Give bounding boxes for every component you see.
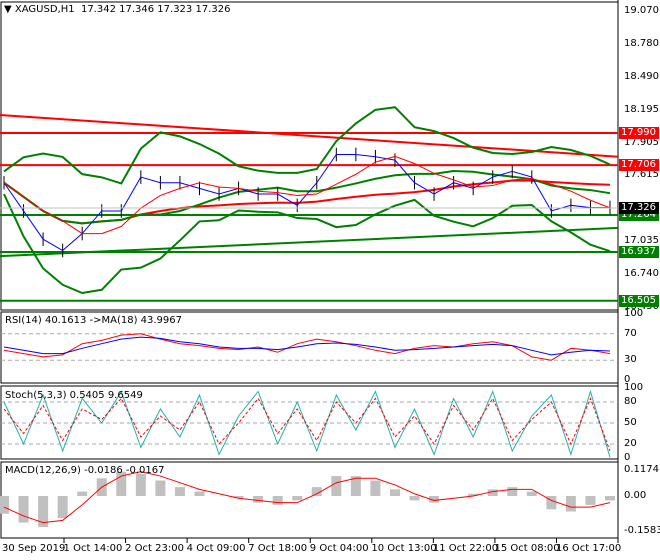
- rsi-tick: 70: [624, 327, 637, 339]
- macd-histogram-bar: [409, 496, 420, 501]
- trendline: [0, 113, 619, 158]
- current-price-tag: 17.326: [619, 202, 659, 215]
- ohlc-label: 17.342 17.346 17.323 17.326: [80, 4, 231, 15]
- macd-histogram-bar: [77, 491, 88, 496]
- time-tick: 2 Oct 23:00: [125, 543, 184, 554]
- time-tick: 1 Oct 14:00: [63, 543, 123, 554]
- macd-tick: -0.1583: [624, 525, 660, 537]
- time-tick: 11 Oct 22:00: [432, 543, 499, 554]
- stoch-tick: 50: [624, 417, 637, 428]
- macd-histogram-bar: [135, 473, 146, 496]
- level-tag: 17.990: [619, 127, 659, 139]
- level-tag: 17.706: [619, 159, 659, 172]
- level-tag: 16.505: [619, 294, 659, 307]
- ma-slow-line: [3, 179, 611, 225]
- macd-histogram-bar: [194, 491, 205, 496]
- rsi-label: RSI(14) 40.1613 ->MA(18) 43.9967: [5, 315, 182, 326]
- macd-histogram-bar: [526, 491, 537, 496]
- bollinger-upper: [3, 106, 611, 185]
- macd-histogram-bar: [292, 496, 303, 501]
- macd-histogram-bar: [18, 496, 29, 523]
- price-tick: 17.615: [624, 169, 659, 181]
- macd-histogram-bar: [272, 496, 283, 505]
- macd-histogram-bar: [565, 496, 576, 512]
- macd-signal-line: [3, 471, 611, 524]
- macd-histogram-bar: [0, 496, 9, 514]
- macd-histogram-bar: [174, 487, 185, 496]
- chart-window[interactable]: ▼ XAGUSD,H1 17.342 17.346 17.323 17.326 …: [0, 0, 660, 560]
- time-tick: 7 Oct 18:00: [248, 543, 308, 554]
- rsi-ma-line: [3, 336, 611, 356]
- rsi-tick: 100: [624, 308, 644, 319]
- macd-histogram-bar: [507, 487, 518, 496]
- pane-frame-0: [0, 1, 619, 311]
- time-tick: 4 Oct 09:00: [186, 543, 246, 554]
- stoch-tick: 80: [624, 396, 637, 407]
- macd-tick: 0.1174: [624, 464, 659, 475]
- macd-histogram-bar: [57, 496, 68, 519]
- bollinger-lower: [3, 193, 611, 295]
- price-tick: 17.905: [624, 136, 659, 148]
- time-tick: 9 Oct 04:00: [309, 543, 369, 554]
- stoch-tick: 0: [624, 452, 631, 463]
- dropdown-arrow-icon[interactable]: ▼: [4, 4, 12, 15]
- time-tick: 15 Oct 08:00: [494, 543, 560, 554]
- macd-histogram-bar: [253, 496, 264, 503]
- macd-histogram-bar: [585, 496, 596, 505]
- stoch-tick: 100: [624, 382, 644, 393]
- symbol-label: XAGUSD,H1: [14, 4, 75, 15]
- macd-histogram-bar: [389, 489, 400, 496]
- chart-header: ▼ XAGUSD,H1 17.342 17.346 17.323 17.326: [4, 4, 230, 16]
- rsi-tick: 30: [624, 354, 637, 366]
- time-tick: 30 Sep 2019: [2, 543, 66, 554]
- time-tick: 10 Oct 13:00: [371, 543, 437, 554]
- macd-histogram-bar: [331, 476, 342, 496]
- price-tick: 17.035: [624, 234, 659, 246]
- price-tick: 19.070: [624, 5, 659, 16]
- macd-histogram-bar: [155, 480, 166, 496]
- macd-histogram-bar: [605, 496, 615, 501]
- stoch-label: Stoch(5,3,3) 0.5405 9.6549: [5, 390, 143, 401]
- stoch-d-line: [3, 397, 611, 452]
- stoch-tick: 20: [624, 438, 637, 449]
- price-tick: 16.740: [624, 268, 659, 280]
- price-tick: 18.195: [624, 103, 659, 115]
- macd-tick: 0.00: [624, 490, 647, 501]
- price-tick: 18.780: [624, 37, 659, 49]
- price-tick: 18.490: [624, 70, 659, 82]
- time-tick: 16 Oct 17:00: [556, 543, 622, 554]
- level-tag: 16.937: [619, 245, 659, 258]
- macd-label: MACD(12,26,9) -0.0186 -0.0167: [5, 465, 165, 476]
- macd-histogram-bar: [370, 480, 381, 496]
